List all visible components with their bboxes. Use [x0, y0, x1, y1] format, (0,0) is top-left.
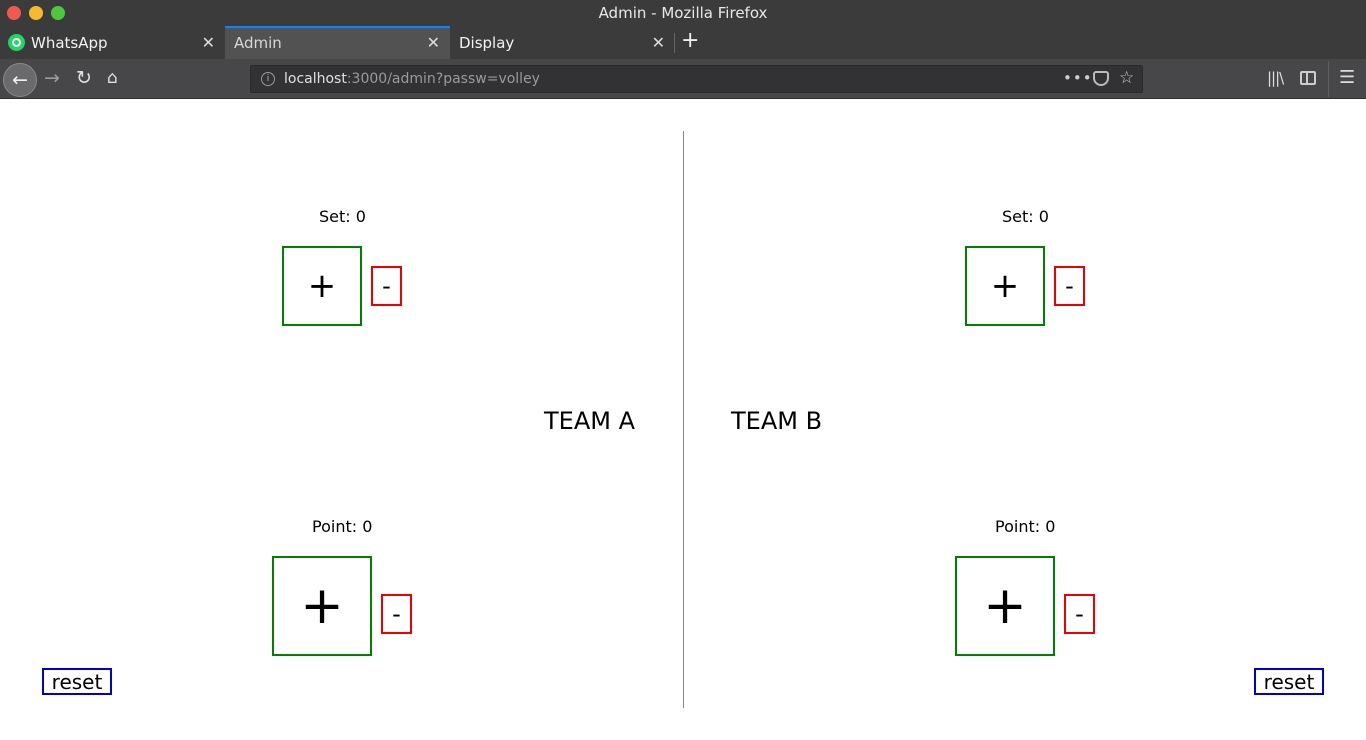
tab-label: Admin: [234, 34, 282, 52]
tab-label: Display: [459, 34, 515, 52]
team-a-reset-button[interactable]: reset: [42, 668, 112, 695]
page-actions-icon[interactable]: •••: [1063, 69, 1093, 87]
close-tab-icon[interactable]: ✕: [427, 33, 440, 52]
page-content: Set: 0 + - TEAM A Point: 0 + - reset Set…: [0, 100, 1366, 740]
library-icon[interactable]: |||\: [1267, 69, 1284, 87]
team-a-name: TEAM A: [544, 407, 635, 435]
tab-admin[interactable]: Admin ✕: [225, 26, 450, 59]
team-a-point-label: Point: 0: [312, 517, 373, 536]
team-b-point-minus-button[interactable]: -: [1064, 594, 1095, 634]
bookmark-star-icon[interactable]: ☆: [1119, 68, 1134, 88]
tab-display[interactable]: Display ✕: [450, 26, 675, 59]
team-a-set-plus-button[interactable]: +: [282, 246, 362, 326]
toolbar-separator: [1328, 61, 1329, 97]
forward-arrow-icon[interactable]: →: [44, 68, 60, 88]
team-b-reset-button[interactable]: reset: [1254, 668, 1324, 695]
window-title: Admin - Mozilla Firefox: [598, 4, 768, 22]
tab-whatsapp[interactable]: WhatsApp ✕: [0, 26, 225, 59]
team-a-set-label: Set: 0: [319, 207, 366, 226]
team-a-point-plus-button[interactable]: +: [272, 556, 372, 656]
home-icon[interactable]: ⌂: [107, 68, 118, 88]
navigation-toolbar: ← → ↻ ⌂ i localhost:3000/admin?passw=vol…: [0, 59, 1366, 99]
team-a-point-minus-button[interactable]: -: [381, 594, 412, 634]
whatsapp-icon: [8, 34, 25, 51]
team-a-set-minus-button[interactable]: -: [371, 266, 402, 306]
url-path: :3000/admin?passw=volley: [346, 71, 540, 87]
url-text[interactable]: localhost:3000/admin?passw=volley: [284, 71, 540, 87]
new-tab-icon[interactable]: +: [681, 29, 699, 53]
address-bar[interactable]: i localhost:3000/admin?passw=volley ••• …: [250, 65, 1143, 93]
tab-label: WhatsApp: [31, 34, 108, 52]
back-arrow-icon[interactable]: ←: [3, 63, 37, 97]
reload-icon[interactable]: ↻: [76, 68, 92, 88]
hamburger-menu-icon[interactable]: ☰: [1339, 67, 1355, 88]
team-divider: [683, 131, 684, 708]
team-b-name: TEAM B: [731, 407, 823, 435]
team-b-point-plus-button[interactable]: +: [955, 556, 1055, 656]
window-titlebar: Admin - Mozilla Firefox: [0, 0, 1366, 26]
close-tab-icon[interactable]: ✕: [202, 33, 215, 52]
site-info-icon[interactable]: i: [261, 72, 275, 86]
pocket-icon[interactable]: [1093, 71, 1109, 86]
team-b-point-label: Point: 0: [995, 517, 1056, 536]
sidebar-icon[interactable]: [1300, 71, 1316, 85]
team-b-set-label: Set: 0: [1002, 207, 1049, 226]
close-tab-icon[interactable]: ✕: [652, 33, 665, 52]
team-b-set-plus-button[interactable]: +: [965, 246, 1045, 326]
tab-separator: [674, 33, 675, 53]
url-host: localhost: [284, 71, 347, 87]
team-b-set-minus-button[interactable]: -: [1054, 266, 1085, 306]
